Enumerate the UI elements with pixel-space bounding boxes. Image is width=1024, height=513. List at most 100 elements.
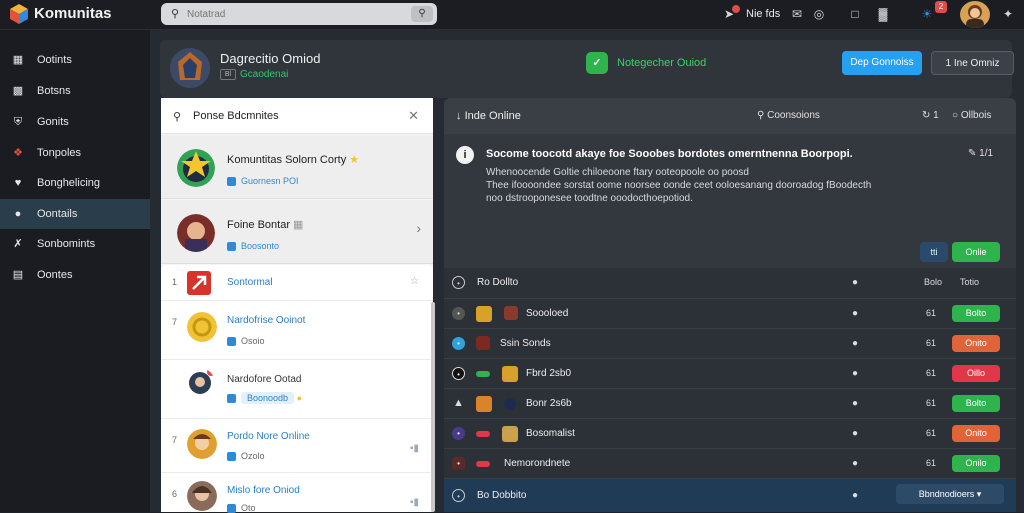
pencil-icon: ✎ <box>968 148 977 159</box>
game-icon <box>476 306 492 322</box>
row-icon: • <box>452 337 465 350</box>
table-row[interactable]: ▲ Bonr 2s6b ● 61 Bolto <box>444 388 1016 418</box>
user-avatar[interactable] <box>960 1 990 28</box>
sidebar-item-tonpoles[interactable]: ❖ Tonpoles <box>0 138 150 168</box>
list-item-icon <box>187 271 211 295</box>
list-item[interactable]: 1 Sontormal ☆ <box>161 265 433 301</box>
notice-secondary-button[interactable]: tti <box>920 242 948 262</box>
close-icon[interactable]: ✕ <box>408 108 419 124</box>
sidebar-item-label: Oontails <box>37 208 78 220</box>
row-status-badge[interactable]: Onilo <box>952 455 1000 472</box>
search-bar[interactable]: ⚲ ⚲ <box>161 3 437 25</box>
pin-icon[interactable]: ✦ <box>999 5 1017 23</box>
online-panel-title: ↓ Inde Online <box>456 110 521 122</box>
row-status-badge[interactable]: Onito <box>952 425 1000 442</box>
info-icon: i <box>456 146 474 164</box>
message-icon[interactable]: ✉ <box>788 5 806 23</box>
row-name: Bosomalist <box>526 428 575 439</box>
list-item-avatar <box>187 429 217 459</box>
sidebar-item-ootints[interactable]: ▦ Ootints <box>0 45 150 75</box>
edit-control[interactable]: ✎ 1/1 <box>968 148 993 159</box>
sidebar-item-sonbomints[interactable]: ✗ Sonbomints <box>0 229 150 259</box>
online-panel-count: ↻ 1 <box>922 110 939 121</box>
sidebar-item-botsns[interactable]: ▩ Botsns <box>0 76 150 106</box>
search-icon: ⚲ <box>171 8 180 20</box>
online-status-icon: ✓ <box>586 52 608 74</box>
notice-card: i Socome toocotd akaye foe Sooobes bordo… <box>444 134 1016 268</box>
scrollbar[interactable] <box>431 302 435 512</box>
sidebar-item-label: Oontes <box>37 269 73 281</box>
sidebar: ▦ Ootints ▩ Botsns ⛨ Gonits ❖ Tonpoles ♥… <box>0 30 150 512</box>
community-sub: Guornesn POI <box>227 176 299 187</box>
community-sub: Boosonto <box>227 241 279 252</box>
list-item[interactable]: Nardofore Ootad Boonoodb ● <box>161 360 433 419</box>
status-select[interactable]: Bbndnodioers ▾ <box>896 484 1004 504</box>
signal-icon[interactable]: ▪▮ <box>410 443 419 454</box>
verified-icon <box>227 452 236 462</box>
chevron-down-icon: ▾ <box>976 489 982 499</box>
verified-icon <box>227 394 236 404</box>
online-panel-other[interactable]: ○ Ollbois <box>952 110 991 121</box>
featured-community-card[interactable]: Komuntitas Solorn Corty ★ Guornesn POI <box>161 135 433 199</box>
list-item-avatar <box>189 368 215 394</box>
row-status-badge[interactable]: Bolto <box>952 395 1000 412</box>
row-icon: • <box>452 427 465 440</box>
table-row[interactable]: • Bosomalist ● 61 Onito <box>444 418 1016 448</box>
status-pill-icon <box>476 371 490 377</box>
star-outline-icon[interactable]: ☆ <box>410 276 419 287</box>
table-row[interactable]: • Nemorondnete ● 61 Onilo <box>444 448 1016 478</box>
status-dot: ● <box>852 458 859 469</box>
profile-avatar <box>170 48 210 88</box>
avatar-icon <box>504 306 518 320</box>
sidebar-item-label: Tonpoles <box>37 147 82 159</box>
notice-primary-button[interactable]: Onlie <box>952 242 1000 262</box>
chevron-right-icon[interactable]: › <box>416 220 421 236</box>
list-item[interactable]: 7 Pordo Nore Online Ozolo ▪▮ <box>161 419 433 473</box>
table-row[interactable]: • Fbrd 2sb0 ● 61 Oillo <box>444 358 1016 388</box>
sidebar-item-bonghelicing[interactable]: ♥ Bonghelicing <box>0 168 150 198</box>
row-number: 61 <box>926 398 937 408</box>
row-number: 61 <box>926 428 937 438</box>
search-input[interactable] <box>187 6 387 22</box>
list-item[interactable]: 6 Mislo fore Oniod Oto ▪▮ <box>161 473 433 513</box>
row-number: 61 <box>926 368 937 378</box>
search-submit-icon[interactable]: ⚲ <box>411 6 433 22</box>
row-status-badge[interactable]: Onito <box>952 335 1000 352</box>
globe-icon[interactable]: ◎ <box>810 5 828 23</box>
clock-icon: • <box>452 489 465 502</box>
row-status-badge[interactable]: Oillo <box>952 365 1000 382</box>
bell-icon[interactable]: ☀ <box>918 5 936 23</box>
app-logo-icon <box>10 4 28 24</box>
row-status-badge[interactable]: Bolto <box>952 305 1000 322</box>
profile-name: Dagrecitio Omiod <box>220 51 321 66</box>
lock-icon[interactable]: ▓ <box>874 5 892 23</box>
top-nav-label[interactable]: Nie fds <box>746 5 780 23</box>
sidebar-item-oontes[interactable]: ▤ Oontes <box>0 260 150 290</box>
row-icon: • <box>452 307 465 320</box>
status-pill-icon <box>476 461 490 467</box>
notice-line: noo dstrooponesee toodtne ooodocthoepoti… <box>486 193 693 204</box>
primary-action-button[interactable]: Dep Gonnoiss <box>842 51 922 75</box>
secondary-action-button[interactable]: 1 Ine Omniz <box>931 51 1014 75</box>
table-footer-row[interactable]: • Bo Dobbito ● Bbndnodioers ▾ <box>444 478 1016 512</box>
sidebar-item-gonits[interactable]: ⛨ Gonits <box>0 107 150 137</box>
sidebar-item-label: Sonbomints <box>37 238 96 250</box>
sidebar-item-oontails[interactable]: ● Oontails <box>0 199 150 229</box>
table-row[interactable]: • Soooloed ● 61 Bolto <box>444 298 1016 328</box>
status-dot: ● <box>852 368 859 379</box>
list-item[interactable]: 7 Nardofrise Ooinot Osoio <box>161 301 433 360</box>
featured-community-card[interactable]: Foine Bontar ▦ Boosonto › <box>161 200 433 264</box>
chat-icon: ▦ <box>12 54 24 66</box>
signal-icon[interactable]: ▪▮ <box>410 497 419 508</box>
table-row[interactable]: • Ssin Sonds ● 61 Onito <box>444 328 1016 358</box>
notice-heading: Socome toocotd akaye foe Sooobes bordote… <box>486 148 853 160</box>
profile-tag: Bl <box>220 69 236 80</box>
row-number: 61 <box>926 338 937 348</box>
community-panel: ⚲ Ponse Bdcmnites ✕ Komuntitas Solorn Co… <box>161 98 433 513</box>
online-panel-header: ↓ Inde Online ⚲ Coonsoions ↻ 1 ○ Ollbois <box>444 98 1016 134</box>
online-panel-filter[interactable]: ⚲ Coonsoions <box>757 110 820 121</box>
gift-icon[interactable]: □ <box>846 5 864 23</box>
community-name: Foine Bontar ▦ <box>227 219 304 231</box>
online-table: • Ro Dollto ● Bolo Totio • Soooloed ● 61… <box>444 268 1016 512</box>
main-area: Dagrecitio Omiod Bl Gcaodenai ✓ Notegeche… <box>150 30 1024 513</box>
